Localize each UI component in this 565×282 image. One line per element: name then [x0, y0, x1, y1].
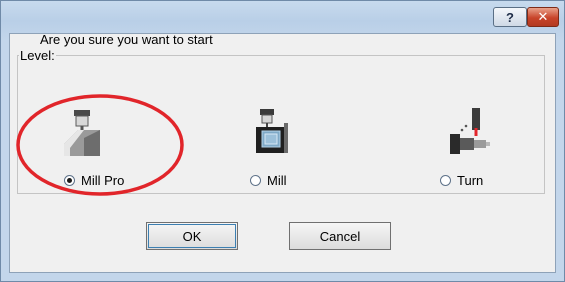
mill-radio[interactable] [250, 175, 261, 186]
confirmation-prompt: Are you sure you want to start [40, 32, 213, 47]
help-icon: ? [506, 9, 514, 25]
close-icon: ✕ [537, 9, 549, 24]
title-bar[interactable]: ? ✕ [1, 1, 564, 33]
mill-machine-icon[interactable] [250, 105, 296, 157]
help-button[interactable]: ? [493, 7, 527, 27]
red-circle-annotation [16, 94, 184, 196]
lathe-turn-icon[interactable] [446, 106, 492, 158]
mill-label: Mill [267, 173, 287, 188]
mill-option[interactable]: Mill [250, 173, 287, 188]
level-group-label: Level: [19, 48, 56, 63]
turn-radio[interactable] [440, 175, 451, 186]
close-button[interactable]: ✕ [527, 7, 559, 27]
turn-option[interactable]: Turn [440, 173, 483, 188]
ok-button[interactable]: OK [146, 222, 238, 250]
turn-label: Turn [457, 173, 484, 188]
cancel-button[interactable]: Cancel [289, 222, 391, 250]
